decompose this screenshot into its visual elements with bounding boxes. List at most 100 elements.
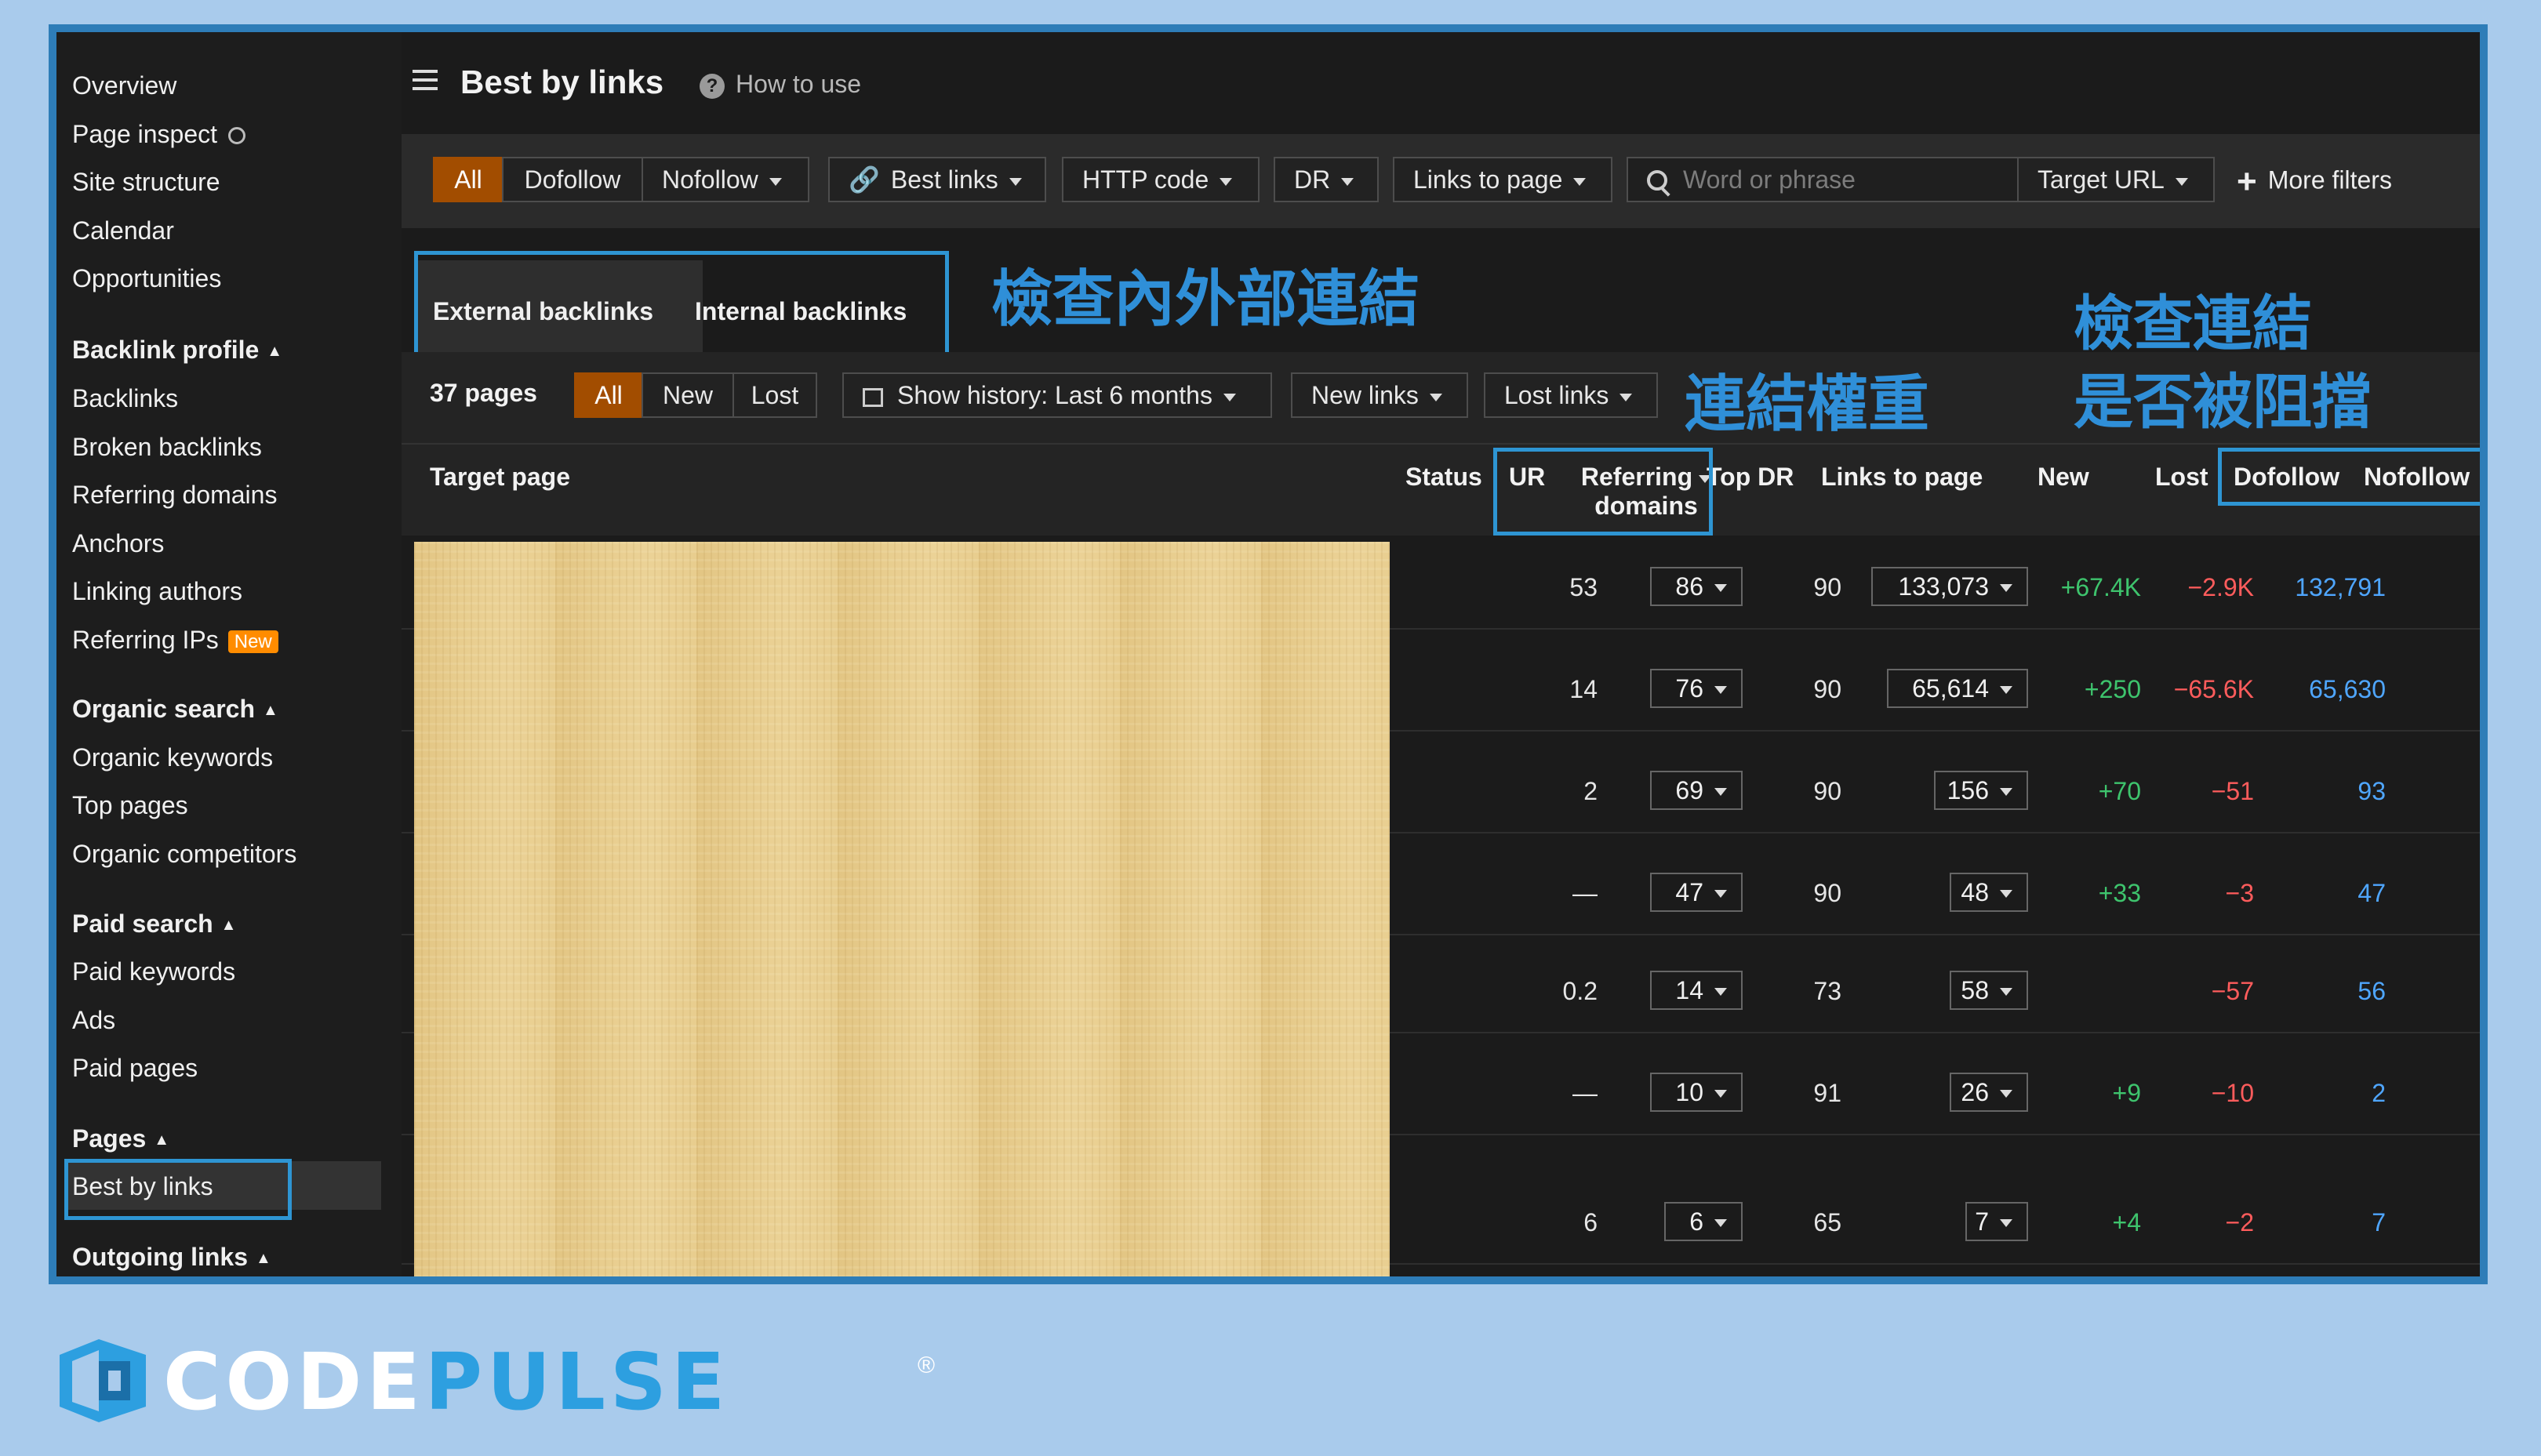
ur-value: 14 (1569, 675, 1598, 703)
ur-value: — (1572, 879, 1598, 907)
registered-mark: ® (918, 1353, 936, 1378)
sidebar-section-backlink-profile[interactable]: Backlink profile ▲ (72, 336, 282, 365)
subfilter-all-button[interactable]: All (574, 372, 643, 418)
more-filters-label: More filters (2267, 165, 2392, 194)
referring-domains-dropdown[interactable]: 6 (1664, 1202, 1743, 1241)
search-input[interactable]: Word or phrase (1627, 157, 2020, 202)
filter-best-links-dropdown[interactable]: 🔗 Best links (828, 157, 1046, 202)
section-title: Organic search (72, 695, 255, 723)
dofollow-value[interactable]: 132,791 (2295, 573, 2386, 602)
links-to-page-dropdown[interactable]: 65,614 (1887, 669, 2028, 708)
dropdown-value: 156 (1947, 776, 1989, 804)
top-dr-value: 73 (1813, 977, 1841, 1005)
links-to-page-dropdown[interactable]: 133,073 (1871, 567, 2028, 606)
filter-dr-dropdown[interactable]: DR (1274, 157, 1379, 202)
annotation-text-blocked-2: 是否被阻擋 (2074, 367, 2372, 437)
chevron-down-icon (1429, 393, 1442, 401)
links-to-page-dropdown[interactable]: 48 (1950, 873, 2028, 912)
sidebar-item-anchors[interactable]: Anchors (72, 529, 164, 558)
nofollow-value[interactable]: 63 (2483, 777, 2488, 806)
sidebar-item-site-structure[interactable]: Site structure (72, 168, 220, 197)
sidebar-section-pages[interactable]: Pages ▲ (72, 1124, 169, 1153)
dofollow-value[interactable]: 65,630 (2309, 675, 2386, 704)
dofollow-value[interactable]: 2 (2372, 1079, 2386, 1108)
nofollow-value[interactable]: 84 (2483, 573, 2488, 602)
sidebar-item-overview[interactable]: Overview (72, 71, 176, 100)
lost-links-dropdown[interactable]: Lost links (1484, 372, 1658, 418)
nofollow-value[interactable]: 24 (2483, 1079, 2488, 1108)
links-to-page-dropdown[interactable]: 7 (1965, 1202, 2028, 1241)
menu-icon[interactable] (413, 70, 438, 90)
filter-dofollow-button[interactable]: Dofollow (502, 157, 643, 202)
filter-all-button[interactable]: All (433, 157, 503, 202)
referring-domains-dropdown[interactable]: 10 (1650, 1073, 1743, 1112)
sidebar-item-referring-domains[interactable]: Referring domains (72, 481, 277, 510)
section-title: Backlink profile (72, 336, 260, 364)
chevron-down-icon (1009, 177, 1022, 186)
sidebar-item-ads[interactable]: Ads (72, 1006, 115, 1035)
sidebar-item-paid-pages[interactable]: Paid pages (72, 1054, 198, 1083)
sidebar-item-referring-ips[interactable]: Referring IPs New (72, 626, 278, 655)
sidebar-item-broken-backlinks[interactable]: Broken backlinks (72, 433, 262, 462)
sidebar-item-page-inspect[interactable]: Page inspect (72, 120, 246, 149)
dropdown-value: 58 (1961, 976, 1989, 1004)
chevron-down-icon (1714, 1090, 1727, 1098)
how-to-use-link[interactable]: ? How to use (700, 70, 861, 99)
dofollow-value[interactable]: 93 (2357, 777, 2386, 806)
chevron-down-icon (769, 177, 782, 186)
filter-target-url-dropdown[interactable]: Target URL (2017, 157, 2215, 202)
new-links-dropdown[interactable]: New links (1291, 372, 1468, 418)
brand-wordmark: CODEPULSE (163, 1336, 729, 1428)
annotation-text-tabs: 檢查內外部連結 (991, 264, 1420, 335)
sidebar-item-backlinks[interactable]: Backlinks (72, 384, 178, 413)
links-to-page-dropdown[interactable]: 58 (1950, 971, 2028, 1010)
sidebar-section-paid-search[interactable]: Paid search ▲ (72, 910, 236, 939)
sidebar-item-calendar[interactable]: Calendar (72, 216, 174, 245)
dofollow-value[interactable]: 7 (2372, 1208, 2386, 1237)
sidebar-item-organic-competitors[interactable]: Organic competitors (72, 840, 296, 869)
dropdown-label: Best links (890, 165, 998, 194)
column-new[interactable]: New (2038, 463, 2089, 492)
sidebar-section-organic-search[interactable]: Organic search ▲ (72, 695, 278, 724)
referring-domains-dropdown[interactable]: 86 (1650, 567, 1743, 606)
dofollow-value[interactable]: 47 (2357, 879, 2386, 908)
filter-nofollow-dropdown[interactable]: Nofollow (642, 157, 809, 202)
filter-links-to-page-dropdown[interactable]: Links to page (1393, 157, 1612, 202)
subfilter-lost-button[interactable]: Lost (732, 372, 817, 418)
sidebar-item-top-pages[interactable]: Top pages (72, 791, 188, 820)
lost-links-value: −3 (2225, 879, 2254, 907)
sidebar-item-opportunities[interactable]: Opportunities (72, 264, 221, 293)
referring-domains-dropdown[interactable]: 76 (1650, 669, 1743, 708)
dropdown-value: 47 (1675, 878, 1703, 906)
column-target-page[interactable]: Target page (430, 463, 570, 492)
show-history-dropdown[interactable]: Show history: Last 6 months (842, 372, 1272, 418)
main-content: Best by links ? How to use All Dofollow N… (402, 32, 2480, 1276)
chevron-down-icon (1341, 177, 1354, 186)
dropdown-label: Links to page (1413, 165, 1563, 194)
subfilter-new-button[interactable]: New (642, 372, 734, 418)
new-links-value: +70 (2098, 777, 2141, 805)
referring-domains-dropdown[interactable]: 14 (1650, 971, 1743, 1010)
sidebar-section-outgoing-links[interactable]: Outgoing links ▲ (72, 1243, 271, 1272)
top-dr-value: 91 (1813, 1079, 1841, 1107)
links-to-page-dropdown[interactable]: 156 (1934, 771, 2028, 810)
column-lost[interactable]: Lost (2155, 463, 2208, 492)
column-top-dr[interactable]: Top DR (1707, 463, 1794, 492)
chevron-down-icon (2000, 890, 2012, 898)
dofollow-value[interactable]: 56 (2357, 977, 2386, 1006)
nofollow-value[interactable]: 62 (2483, 675, 2488, 704)
referring-domains-dropdown[interactable]: 69 (1650, 771, 1743, 810)
sidebar-item-organic-keywords[interactable]: Organic keywords (72, 743, 273, 772)
filter-http-code-dropdown[interactable]: HTTP code (1062, 157, 1260, 202)
column-status[interactable]: Status (1405, 463, 1482, 492)
ur-value: — (1572, 1079, 1598, 1107)
annotation-box-follow (2218, 448, 2480, 506)
sidebar-item-linking-authors[interactable]: Linking authors (72, 577, 242, 606)
more-filters-button[interactable]: + More filters (2237, 162, 2392, 202)
dropdown-label: Target URL (2038, 165, 2165, 194)
links-to-page-dropdown[interactable]: 26 (1950, 1073, 2028, 1112)
sidebar-item-paid-keywords[interactable]: Paid keywords (72, 957, 235, 986)
referring-domains-dropdown[interactable]: 47 (1650, 873, 1743, 912)
column-links-to-page[interactable]: Links to page (1821, 463, 1983, 492)
annotation-box-best-by-links (64, 1159, 292, 1220)
